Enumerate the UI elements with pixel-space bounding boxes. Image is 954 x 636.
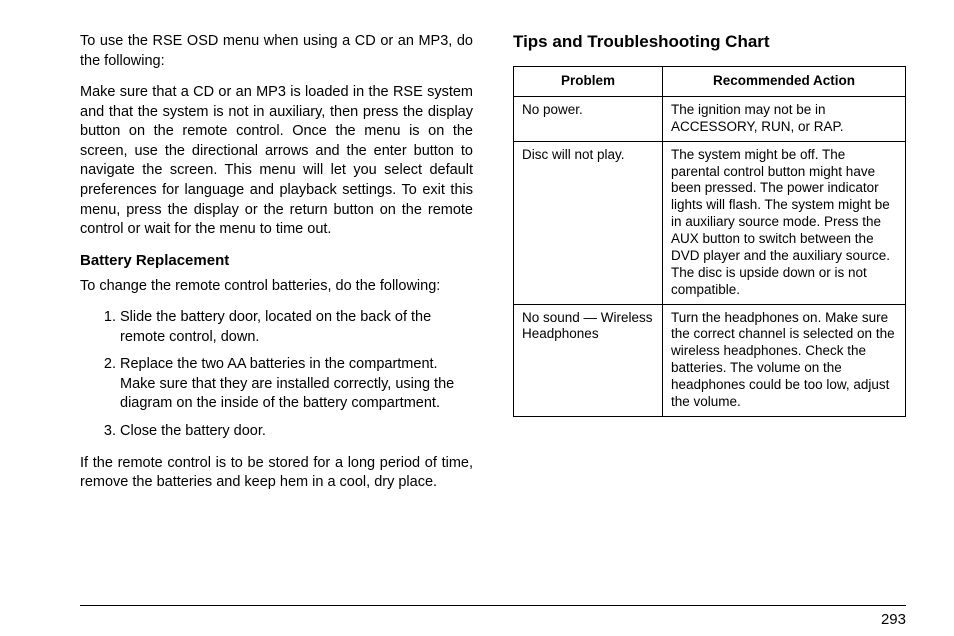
cell-action: The ignition may not be in ACCESSORY, RU… (662, 96, 905, 141)
intro-paragraph: To use the RSE OSD menu when using a CD … (80, 32, 473, 71)
table-header-problem: Problem (514, 67, 663, 97)
troubleshooting-heading: Tips and Troubleshooting Chart (513, 32, 906, 52)
list-item: Slide the battery door, located on the b… (120, 308, 473, 347)
troubleshooting-table: Problem Recommended Action No power. The… (513, 66, 906, 417)
table-row: No power. The ignition may not be in ACC… (514, 96, 906, 141)
list-item: Close the battery door. (120, 422, 473, 442)
list-item: Replace the two AA batteries in the comp… (120, 355, 473, 414)
table-row: Disc will not play. The system might be … (514, 141, 906, 304)
cell-action: Turn the headphones on. Make sure the co… (662, 304, 905, 416)
table-header-action: Recommended Action (662, 67, 905, 97)
cell-action: The system might be off. The parental co… (662, 141, 905, 304)
battery-intro: To change the remote control batteries, … (80, 277, 473, 297)
battery-steps-list: Slide the battery door, located on the b… (80, 308, 473, 441)
table-row: No sound — Wireless Headphones Turn the … (514, 304, 906, 416)
cell-problem: Disc will not play. (514, 141, 663, 304)
body-paragraph: Make sure that a CD or an MP3 is loaded … (80, 83, 473, 240)
page-number: 293 (881, 611, 906, 628)
battery-note: If the remote control is to be stored fo… (80, 454, 473, 493)
battery-heading: Battery Replacement (80, 252, 473, 269)
cell-problem: No sound — Wireless Headphones (514, 304, 663, 416)
footer-rule (80, 605, 906, 606)
cell-problem: No power. (514, 96, 663, 141)
